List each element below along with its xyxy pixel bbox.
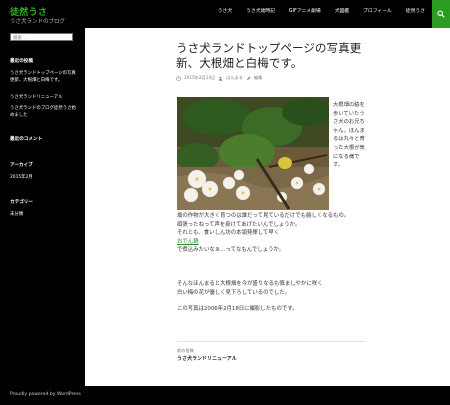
recent-comments-title: 最近のコメント bbox=[10, 137, 43, 142]
paragraph-line: そんなほんまると大根畑を今が盛りなるも慎ましやかに咲く bbox=[177, 281, 323, 287]
previous-post-link[interactable]: うさ犬ランドリニューアル bbox=[177, 355, 237, 362]
main-nav: うさ犬 うさ犬歳時記 GIFアニメ劇場 犬図鑑 プロフィール 徒然うさ bbox=[211, 0, 432, 28]
recent-posts-title: 最近の投稿 bbox=[10, 59, 33, 64]
post-photo bbox=[177, 97, 329, 210]
post-paragraph-3: この写真は2006年2月18日に撮影したものです。 bbox=[177, 306, 298, 312]
search-button[interactable] bbox=[432, 0, 450, 28]
oden-nabe-link[interactable]: おでん鍋 bbox=[177, 239, 199, 245]
search-input[interactable]: 検索 … bbox=[10, 33, 73, 41]
site-description: うさ犬ランドのブログ bbox=[10, 19, 66, 25]
post-meta: 2015年2月14日 ぱんまる 編集 bbox=[176, 75, 262, 81]
search-icon bbox=[437, 10, 445, 18]
archives-title: アーカイブ bbox=[10, 163, 33, 168]
paragraph-line: 頑張ったねって声を掛けてあげたいんでしょうか。 bbox=[177, 221, 301, 228]
nav-item-saijiki[interactable]: うさ犬歳時記 bbox=[239, 0, 282, 28]
photo-caption-text: 大根畑の脇を歩いていたうさ犬のお兄ちゃん。ほんまるは丸々と育った大根が気になる様… bbox=[333, 102, 365, 169]
footer-credit[interactable]: Proudly powered by WordPress bbox=[10, 392, 81, 397]
main-content: うさ犬ランドトップページの写真更新、大根畑と白梅です。 2015年2月14日 ぱ… bbox=[85, 28, 450, 386]
paragraph-line: 畑の作物が大きく育つのは誰だって見ているだけでも嬉しくなるもの。 bbox=[177, 213, 350, 219]
sidebar: 検索 … 最近の投稿 うさ犬ランドトップページの写真更新、大根畑と白梅です。 う… bbox=[0, 28, 85, 386]
nav-item-usaken[interactable]: うさ犬 bbox=[211, 0, 239, 28]
paragraph-line: 白い梅の花が優しく見下ろしているのでした。 bbox=[177, 289, 291, 296]
pencil-icon bbox=[246, 76, 251, 80]
nav-item-profile[interactable]: プロフィール bbox=[356, 0, 399, 28]
post-author[interactable]: ぱんまる bbox=[226, 75, 243, 81]
user-icon bbox=[218, 76, 223, 81]
nav-item-zukan[interactable]: 犬図鑑 bbox=[328, 0, 356, 28]
post-paragraph-2: そんなほんまると大根畑を今が盛りなるも慎ましやかに咲く 白い梅の花が優しく見下ろ… bbox=[177, 280, 367, 297]
nav-item-tsurezure[interactable]: 徒然うさ bbox=[399, 0, 432, 28]
categories-title: カテゴリー bbox=[10, 200, 33, 205]
category-link[interactable]: 未分類 bbox=[10, 211, 78, 218]
archive-link[interactable]: 2015年2月 bbox=[10, 174, 78, 181]
post-paragraph-1: 畑の作物が大きく育つのは誰だって見ているだけでも嬉しくなるもの。 頑張ったねって… bbox=[177, 212, 367, 255]
recent-post-link[interactable]: うさ犬ランドのブログ徒然うさ始めました bbox=[10, 105, 78, 119]
nav-item-gif[interactable]: GIFアニメ劇場 bbox=[282, 0, 328, 28]
paragraph-line: で煮込みたいなぁ…ってなもんでしょうか。 bbox=[177, 247, 285, 253]
post-title[interactable]: うさ犬ランドトップページの写真更新、大根畑と白梅です。 bbox=[176, 41, 366, 71]
site-header: 徒然うさ うさ犬ランドのブログ うさ犬 うさ犬歳時記 GIFアニメ劇場 犬図鑑 … bbox=[0, 0, 450, 28]
post-nav-label: 前の投稿 bbox=[177, 348, 194, 353]
clock-icon bbox=[176, 75, 181, 81]
edit-link[interactable]: 編集 bbox=[254, 75, 262, 81]
recent-post-link[interactable]: うさ犬ランドトップページの写真更新、大根畑と白梅です。 bbox=[10, 70, 78, 84]
recent-post-link[interactable]: うさ犬ランドリニューアル bbox=[10, 94, 78, 101]
paragraph-line: それとも、食いしん坊の本領発揮して早く bbox=[177, 230, 280, 236]
post-date[interactable]: 2015年2月14日 bbox=[184, 75, 215, 81]
divider bbox=[177, 341, 366, 342]
site-footer: Proudly powered by WordPress bbox=[0, 386, 450, 405]
